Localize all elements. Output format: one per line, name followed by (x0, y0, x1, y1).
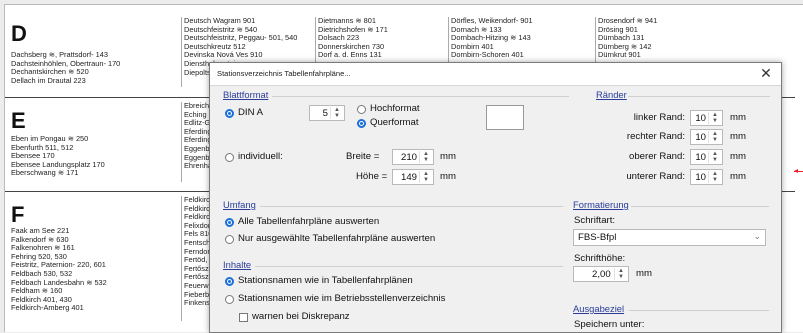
unterer-rand-label: unterer Rand: (626, 171, 685, 182)
oberer-rand-stepper[interactable]: 10 ▲ ▼ (690, 149, 723, 165)
breite-stepper[interactable]: 210 ▲ ▼ (392, 149, 434, 165)
stepper-arrows-icon[interactable]: ▲ ▼ (419, 151, 432, 163)
divider (272, 96, 569, 97)
din-size-value: 5 (322, 108, 328, 119)
hoehe-label: Höhe = (356, 171, 388, 182)
dialog-titlebar: Stationsverzeichnis Tabellenfahrpläne...… (210, 63, 781, 86)
list-item: Dornbirn-Schoren 401 (451, 50, 524, 60)
warnen-label: warnen bei Diskrepanz (252, 311, 350, 322)
divider (631, 206, 769, 207)
oberer-rand-label: oberer Rand: (629, 151, 685, 162)
schriftart-label: Schriftart: (574, 215, 616, 226)
column: Drosendorf ≋ 941 Drösing 901 Dürnbach 13… (595, 17, 718, 67)
radio-individuell[interactable] (225, 153, 234, 162)
radio-ausgewaehlte-tabellen[interactable] (225, 235, 234, 244)
divider (629, 310, 769, 311)
group-title-formatierung: Formatierung (573, 199, 629, 210)
dialog-title: Stationsverzeichnis Tabellenfahrpläne... (217, 69, 351, 78)
section-names: Eben im Pongau ≋ 250 Ebenfurth 511, 512 … (11, 134, 105, 178)
breite-value: 210 (400, 152, 417, 163)
group-title-inhalte: Inhalte (223, 259, 252, 270)
stationsnamen-tabellen-label: Stationsnamen wie in Tabellenfahrplänen (238, 275, 413, 286)
list-item: Feldkirch-Amberg 401 (11, 303, 84, 313)
schriftart-value: FBS-Bfpl (578, 232, 617, 243)
group-title-blattformat: Blattformat (223, 89, 269, 100)
ausgewaehlte-tabellen-label: Nur ausgewählte Tabellenfahrpläne auswer… (238, 233, 436, 244)
linker-rand-label: linker Rand: (633, 112, 685, 123)
radio-stationsnamen-betriebsstellen[interactable] (225, 295, 234, 304)
schrifthoehe-unit: mm (636, 268, 652, 279)
linker-rand-stepper[interactable]: 10 ▲ ▼ (690, 110, 723, 126)
close-icon[interactable]: ✕ (759, 65, 773, 82)
radio-querformat[interactable] (357, 119, 366, 128)
format-preview (486, 105, 524, 130)
rechter-rand-label: rechter Rand: (626, 131, 685, 142)
section-letter: D (11, 21, 27, 46)
section-letter: F (11, 202, 25, 227)
stationsverzeichnis-dialog: Stationsverzeichnis Tabellenfahrpläne...… (209, 62, 782, 333)
hochformat-label: Hochformat (370, 103, 420, 114)
rechter-rand-value: 10 (695, 132, 706, 143)
stepper-arrows-icon[interactable]: ▲ ▼ (708, 112, 721, 124)
radio-stationsnamen-tabellen[interactable] (225, 277, 234, 286)
group-title-ausgabeziel: Ausgabeziel (573, 303, 625, 314)
unterer-rand-stepper[interactable]: 10 ▲ ▼ (690, 169, 723, 185)
radio-din-a[interactable] (225, 109, 234, 118)
linker-rand-value: 10 (695, 113, 706, 124)
column: Dietmanns ≋ 801 Dietrichshofen ≋ 171 Dol… (315, 17, 438, 67)
list-item: Dürnkrut 901 (598, 50, 641, 60)
radio-hochformat[interactable] (357, 105, 366, 114)
radio-alle-tabellen[interactable] (225, 218, 234, 227)
group-title-umfang: Umfang (223, 199, 256, 210)
red-marker-arrow (794, 169, 803, 173)
schriftart-select[interactable]: FBS-Bfpl ⌄ (573, 229, 766, 246)
section-letter: E (11, 108, 26, 133)
din-a-label: DIN A (238, 107, 264, 118)
column: Feldkirchen in Feldkirchen, F Feldkirche… (181, 196, 212, 321)
rechter-rand-stepper[interactable]: 10 ▲ ▼ (690, 129, 723, 145)
list-item: Finkenstein 22 (184, 298, 212, 308)
stepper-arrows-icon[interactable]: ▲ ▼ (708, 171, 721, 183)
schrifthoehe-stepper[interactable]: 2,00 ▲ ▼ (573, 266, 629, 282)
querformat-label: Querformat (370, 117, 419, 128)
individuell-label: individuell: (238, 151, 283, 162)
list-item: Dorf a. d. Enns 131 (318, 50, 382, 60)
breite-label: Breite = (346, 151, 380, 162)
oberer-rand-value: 10 (695, 152, 706, 163)
breite-unit: mm (440, 151, 456, 162)
stepper-arrows-icon[interactable]: ▲ ▼ (614, 268, 627, 280)
list-item: Dellach im Drautal 223 (11, 75, 86, 85)
column: Dörfles, Weikendorf- 901 Dornach ≋ 133 D… (448, 17, 581, 67)
divider (628, 96, 770, 97)
unterer-rand-value: 10 (695, 172, 706, 183)
linker-rand-unit: mm (730, 112, 746, 123)
divider (260, 206, 563, 207)
schrifthoehe-value: 2,00 (592, 269, 611, 280)
hoehe-unit: mm (440, 171, 456, 182)
section-names: Dachsberg ≋, Prattsdorf- 143 Dachsteinhö… (11, 50, 120, 85)
unterer-rand-unit: mm (730, 171, 746, 182)
stationsnamen-betriebsstellen-label: Stationsnamen wie im Betriebsstellenverz… (238, 293, 446, 304)
din-size-stepper[interactable]: 5 ▲ ▼ (309, 105, 345, 121)
list-item: Eberschwang ≋ 171 (11, 168, 79, 178)
warnen-checkbox[interactable] (239, 313, 248, 322)
list-item: Ehrenhausen (184, 161, 212, 171)
column: Ebreichsdorf 5 Eching ≋ 210 Edlitz-Grimm… (181, 102, 212, 182)
stepper-arrows-icon[interactable]: ▲ ▼ (708, 151, 721, 163)
section-names: Faak am See 221 Falkendorf ≋ 630 Falkeno… (11, 226, 107, 313)
chevron-down-icon[interactable]: ⌄ (753, 231, 761, 242)
speichern-label: Speichern unter: (574, 319, 645, 330)
rechter-rand-unit: mm (730, 131, 746, 142)
group-title-raender: Ränder (596, 89, 627, 100)
divider (255, 266, 563, 267)
stepper-arrows-icon[interactable]: ▲ ▼ (330, 107, 343, 119)
alle-tabellen-label: Alle Tabellenfahrpläne auswerten (238, 216, 380, 227)
oberer-rand-unit: mm (730, 151, 746, 162)
stepper-arrows-icon[interactable]: ▲ ▼ (419, 171, 432, 183)
hoehe-stepper[interactable]: 149 ▲ ▼ (392, 169, 434, 185)
schrifthoehe-label: Schrifthöhe: (574, 253, 626, 264)
stepper-arrows-icon[interactable]: ▲ ▼ (708, 131, 721, 143)
hoehe-value: 149 (400, 172, 417, 183)
